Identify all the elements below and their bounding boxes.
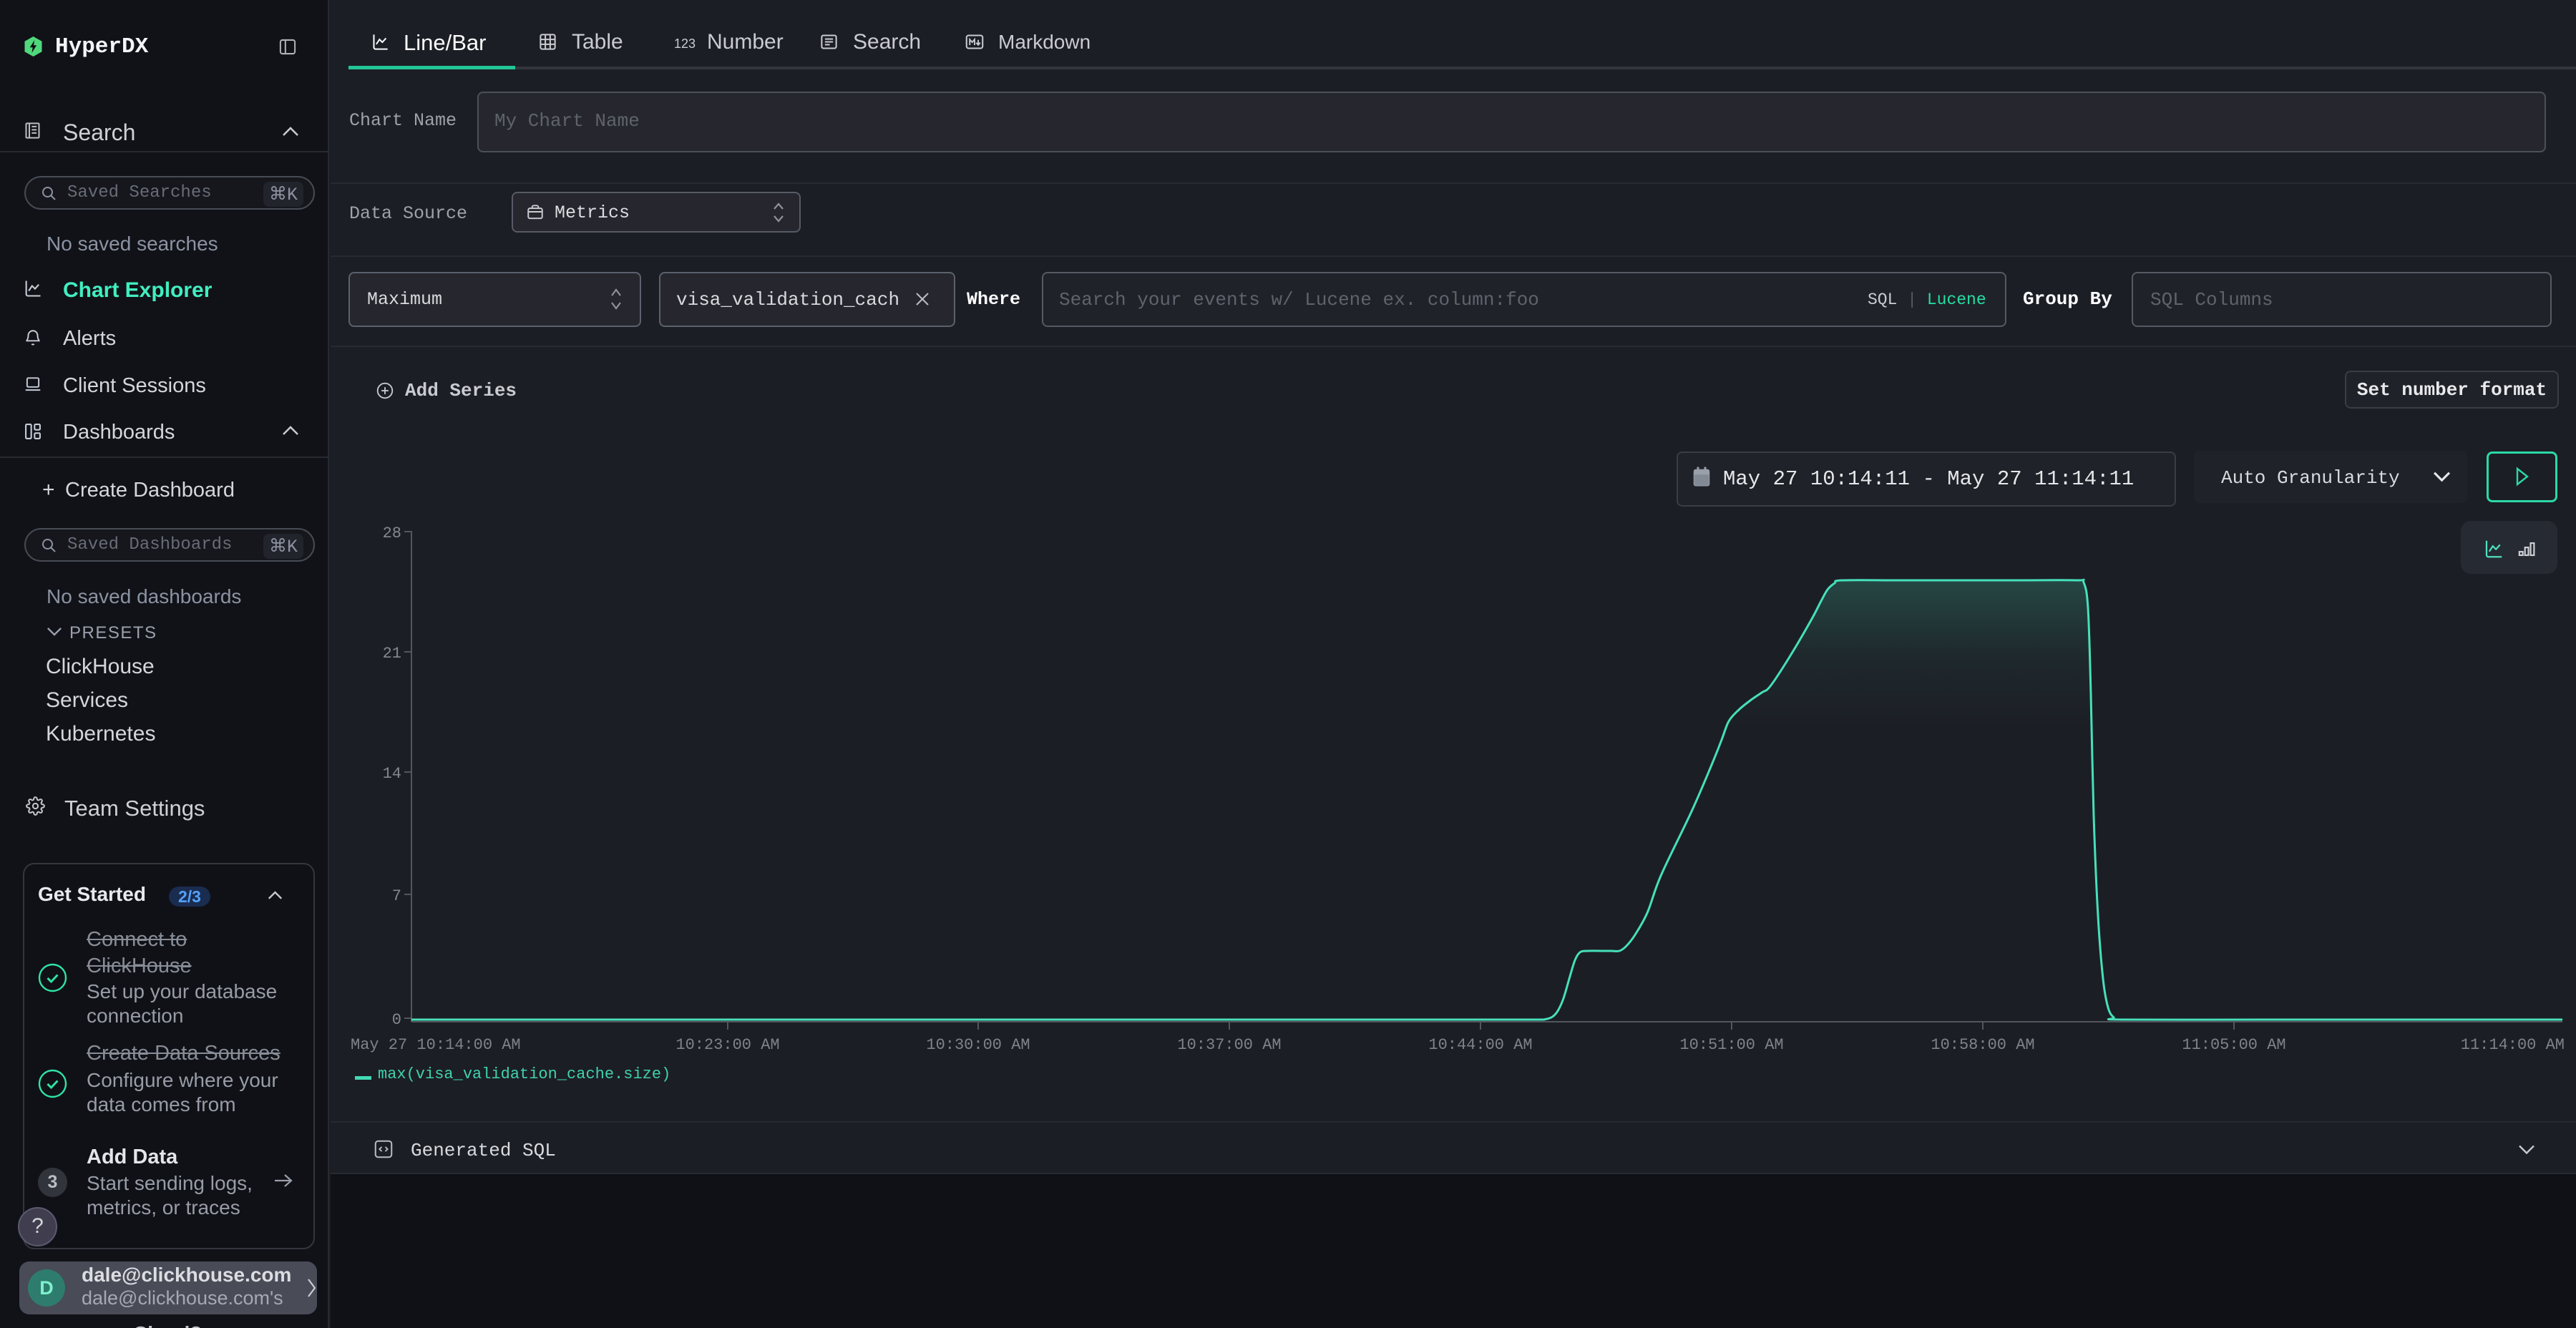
svg-text:11:14:00 AM: 11:14:00 AM — [2461, 1036, 2565, 1054]
svg-text:14: 14 — [383, 765, 401, 783]
svg-text:7: 7 — [392, 887, 401, 905]
svg-text:10:30:00 AM: 10:30:00 AM — [926, 1036, 1030, 1054]
svg-text:10:51:00 AM: 10:51:00 AM — [1679, 1036, 1783, 1054]
svg-text:0: 0 — [392, 1011, 401, 1029]
svg-text:May 27 10:14:00 AM: May 27 10:14:00 AM — [351, 1036, 521, 1054]
svg-text:28: 28 — [383, 524, 401, 542]
svg-text:11:05:00 AM: 11:05:00 AM — [2182, 1036, 2285, 1054]
svg-text:10:44:00 AM: 10:44:00 AM — [1428, 1036, 1532, 1054]
svg-text:21: 21 — [383, 645, 401, 663]
svg-text:10:23:00 AM: 10:23:00 AM — [675, 1036, 779, 1054]
svg-text:10:37:00 AM: 10:37:00 AM — [1177, 1036, 1281, 1054]
svg-text:10:58:00 AM: 10:58:00 AM — [1931, 1036, 2034, 1054]
